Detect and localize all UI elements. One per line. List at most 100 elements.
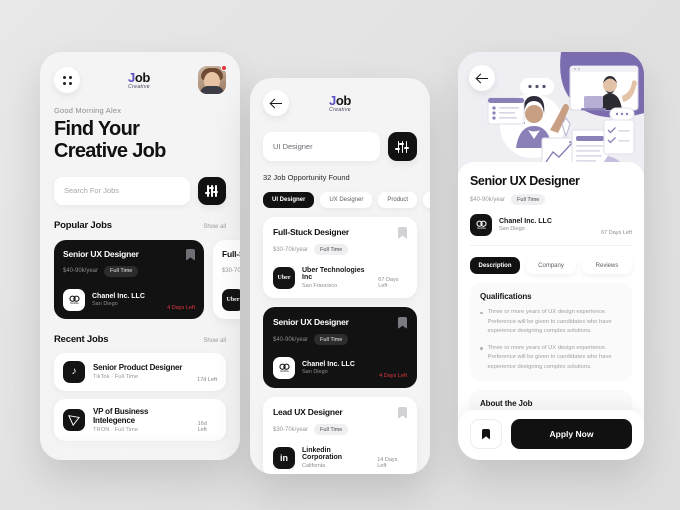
popular-jobs-header: Popular Jobs Show all <box>40 205 240 231</box>
job-card[interactable]: Senior UX Designer $40-90k/year Full Tim… <box>263 307 417 388</box>
svg-text:CHANEL: CHANEL <box>477 227 487 230</box>
home-search-row: Search For Jobs <box>40 163 240 205</box>
home-header: Job Creative <box>40 52 240 94</box>
list-item[interactable]: ♪ Senior Product Designer TikTok · Full … <box>54 352 226 391</box>
tiktok-logo: ♪ <box>63 360 85 383</box>
save-job-button[interactable] <box>470 419 502 449</box>
job-title: Full-Stuck Designer <box>273 227 350 237</box>
popular-jobs-title: Popular Jobs <box>54 219 112 231</box>
company-location: San Francisco <box>302 282 338 289</box>
search-input[interactable]: Search For Jobs <box>54 176 190 205</box>
page-title: Senior UX Designer <box>470 174 580 188</box>
company-location: San Diego <box>92 301 118 308</box>
company-name: Uber Technologies Inc <box>302 267 365 282</box>
job-title: VP of Business Intelegence <box>93 406 149 425</box>
bookmark-icon[interactable] <box>398 407 407 419</box>
recent-jobs-header: Recent Jobs Show all <box>40 319 240 345</box>
job-subtitle: TikTok · Full Time <box>93 374 139 381</box>
logo-tagline: Creative <box>128 83 150 90</box>
job-card[interactable]: Senior UX Designer $40-90k/year Full Tim… <box>54 239 204 319</box>
company-name: Chanel Inc. LLC <box>499 217 552 225</box>
days-left-badge: 4 Days Left <box>167 304 195 311</box>
linkedin-logo: in <box>273 447 295 469</box>
search-header: Job Creative <box>250 78 430 116</box>
job-subtitle: TRON · Full Time <box>93 426 139 433</box>
phone-screen-home: Job Creative Good Morning Alex Find Your… <box>40 52 240 460</box>
days-left-badge: 4 Days Left <box>379 373 407 379</box>
app-logo: Job Creative <box>329 94 351 113</box>
job-card[interactable]: Full-Stuck Designer $30-70k/year Full Ti… <box>263 217 417 298</box>
job-type-badge: Full Time <box>314 334 349 345</box>
qualifications-heading: Qualifications <box>480 292 532 301</box>
headline-line-1: Find Your <box>54 118 140 140</box>
days-left-badge: 67 Days Left <box>601 230 632 236</box>
headline-line-2: Creative Job <box>54 140 166 163</box>
back-button[interactable] <box>469 65 495 91</box>
bullet-text: Three or more years of UX design experie… <box>487 344 612 370</box>
detail-body: Senior UX Designer $40-90k/year Full Tim… <box>458 162 644 427</box>
job-title: Senior UX Designer <box>273 317 349 327</box>
grid-menu-icon[interactable] <box>54 67 80 93</box>
job-card[interactable]: Lead UX Designer $30-70k/year Full Time … <box>263 397 417 474</box>
popular-show-all-link[interactable]: Show all <box>203 224 226 230</box>
category-chips[interactable]: UI Designer UX Designer Product Mot <box>250 182 430 208</box>
days-left-badge: 17d Left <box>197 376 217 383</box>
job-salary: $30-70k/year <box>273 246 309 253</box>
search-input[interactable]: UI Designer <box>263 132 380 161</box>
bullet-text: Three or more years of UX design experie… <box>487 309 612 335</box>
bookmark-icon[interactable] <box>186 249 195 261</box>
filter-button[interactable] <box>198 176 226 205</box>
uber-logo: Uber <box>222 288 240 311</box>
hero-illustration <box>458 52 644 172</box>
job-salary: $30-70k/year <box>273 426 309 433</box>
company-name: Chanel Inc. LLC <box>92 292 145 300</box>
job-card[interactable]: Full-Stuck Designer $30-70k/year Full Ti… <box>213 239 240 319</box>
grid-menu-glyph <box>62 75 72 85</box>
company-name: Linkedin Corporation <box>302 447 343 462</box>
job-title: Lead UX Designer <box>273 407 343 417</box>
sliders-filter-icon <box>395 140 410 154</box>
about-heading: About the Job <box>480 399 533 409</box>
company-location: San Diego <box>302 369 328 376</box>
days-left-badge: 14 Days Left <box>377 457 398 469</box>
detail-tabs[interactable]: Description Company Reviews <box>470 257 632 274</box>
chip-product[interactable]: Product <box>378 192 418 208</box>
greeting-text: Good Morning Alex <box>54 106 122 115</box>
chip-ui-designer[interactable]: UI Designer <box>263 192 315 208</box>
sliders-filter-icon <box>204 184 219 198</box>
result-count: 32 Job Opportunity Found <box>263 173 350 182</box>
job-salary: $30-70k/year <box>222 268 240 275</box>
job-type-badge: Full Time <box>314 424 349 435</box>
avatar[interactable] <box>198 65 227 94</box>
uber-logo: Uber <box>273 267 295 289</box>
app-logo: Job Creative <box>128 71 150 90</box>
job-type-badge: Full Time <box>104 265 139 277</box>
bullet-dot <box>480 311 483 314</box>
company-location: San Diego <box>499 226 525 233</box>
tron-logo <box>63 408 85 431</box>
bookmark-icon[interactable] <box>398 317 407 329</box>
bullet-item: Three or more years of UX design experie… <box>480 344 622 373</box>
chip-motion[interactable]: Mot <box>423 192 430 208</box>
chip-ux-designer[interactable]: UX Designer <box>320 192 373 208</box>
days-left-badge: 16d Left <box>197 420 207 433</box>
popular-jobs-carousel[interactable]: Senior UX Designer $40-90k/year Full Tim… <box>40 231 240 319</box>
bookmark-icon[interactable] <box>398 227 407 239</box>
job-title: Senior Product Designer <box>93 363 183 373</box>
tab-description[interactable]: Description <box>470 257 520 274</box>
filter-button[interactable] <box>388 132 417 161</box>
logo-ob: ob <box>134 69 150 85</box>
recent-show-all-link[interactable]: Show all <box>203 338 226 344</box>
tab-reviews[interactable]: Reviews <box>582 257 632 274</box>
tab-company[interactable]: Company <box>526 257 576 274</box>
qualifications-panel: Qualifications Three or more years of UX… <box>470 283 632 382</box>
chanel-logo: CHANEL <box>470 214 492 236</box>
chanel-logo: CHANEL <box>63 288 85 311</box>
apply-now-button[interactable]: Apply Now <box>511 419 632 449</box>
job-salary: $40-90k/year <box>273 336 309 343</box>
search-row: UI Designer <box>250 116 430 161</box>
logo-j: J <box>329 93 336 108</box>
bookmark-icon <box>482 429 490 440</box>
app-mockup-stage: Job Creative Good Morning Alex Find Your… <box>0 0 680 510</box>
svg-text:CHANEL: CHANEL <box>70 302 80 305</box>
